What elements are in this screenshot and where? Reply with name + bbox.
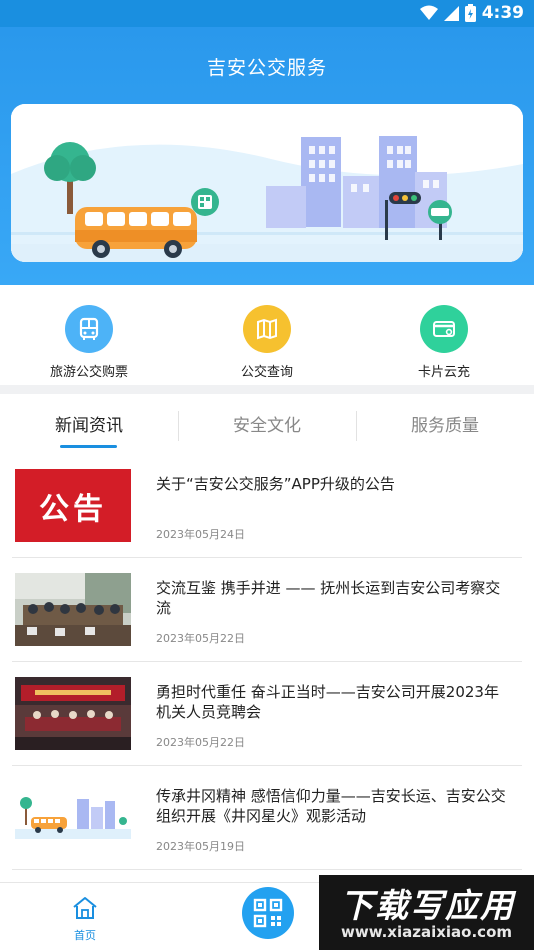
notice-thumb-text: 公告 <box>39 491 107 527</box>
map-book-icon <box>243 305 291 353</box>
status-icons: 4:39 <box>419 3 524 23</box>
nav-home[interactable]: 首页 <box>60 895 110 943</box>
news-thumbnail <box>15 573 131 646</box>
quick-menu-label: 卡片云充 <box>417 365 470 380</box>
news-thumbnail <box>15 781 131 854</box>
tab-safety-culture[interactable]: 安全文化 <box>178 404 356 448</box>
news-item[interactable]: 勇担时代重任 奋斗正当时——吉安公司开展2023年机关人员竞聘会 2023年05… <box>12 662 522 766</box>
watermark-url: www.xiazaixiao.com <box>340 923 512 941</box>
site-watermark: 下载写应用 www.xiazaixiao.com <box>319 875 534 950</box>
home-icon <box>73 897 97 919</box>
news-item[interactable]: 公告 关于“吉安公交服务”APP升级的公告 2023年05月24日 <box>12 454 522 558</box>
news-date: 2023年05月22日 <box>156 632 245 645</box>
active-tab-indicator <box>60 445 117 448</box>
news-item[interactable]: 传承井冈精神 感悟信仰力量——吉安长运、吉安公交组织开展《井冈星火》观影活动 2… <box>12 766 522 870</box>
bus-city-illustration <box>11 104 523 262</box>
news-title: 交流互鉴 携手并进 —— 抚州长运到吉安公司考察交流 <box>156 579 501 617</box>
bus-icon <box>65 305 113 353</box>
battery-icon <box>464 4 476 22</box>
status-bar: 4:39 <box>0 0 534 27</box>
news-tabs: 新闻资讯 安全文化 服务质量 <box>0 404 534 448</box>
news-date: 2023年05月19日 <box>156 840 245 853</box>
news-thumbnail <box>15 677 131 750</box>
news-date: 2023年05月24日 <box>156 528 245 541</box>
news-list: 公告 关于“吉安公交服务”APP升级的公告 2023年05月24日 交流互鉴 携… <box>0 454 534 870</box>
app-title: 吉安公交服务 <box>206 57 327 79</box>
quick-menu-card-recharge[interactable]: 卡片云充 <box>374 305 514 380</box>
news-title: 关于“吉安公交服务”APP升级的公告 <box>156 475 395 493</box>
signal-icon <box>443 6 459 21</box>
news-thumbnail: 公告 <box>15 469 131 542</box>
quick-menu-tour-bus-ticket[interactable]: 旅游公交购票 <box>19 305 159 380</box>
news-title: 勇担时代重任 奋斗正当时——吉安公司开展2023年机关人员竞聘会 <box>156 683 499 721</box>
status-time: 4:39 <box>481 3 524 23</box>
tab-service-quality[interactable]: 服务质量 <box>356 404 534 448</box>
tab-news[interactable]: 新闻资讯 <box>0 404 178 448</box>
section-divider <box>0 385 534 394</box>
quick-menu: 旅游公交购票 公交查询 卡片云充 <box>0 285 534 385</box>
wifi-icon <box>419 5 438 20</box>
card-icon <box>420 305 468 353</box>
news-date: 2023年05月22日 <box>156 736 245 749</box>
news-title: 传承井冈精神 感悟信仰力量——吉安长运、吉安公交组织开展《井冈星火》观影活动 <box>156 787 506 825</box>
quick-menu-label: 旅游公交购票 <box>49 365 128 380</box>
header: 吉安公交服务 <box>0 27 534 285</box>
nav-home-label: 首页 <box>74 929 96 942</box>
watermark-main-text: 下载写应用 <box>340 886 515 925</box>
quick-menu-label: 公交查询 <box>240 365 293 380</box>
banner-image[interactable] <box>11 104 523 262</box>
quick-menu-bus-query[interactable]: 公交查询 <box>197 305 337 380</box>
scan-qr-button[interactable] <box>242 887 294 939</box>
qr-code-icon <box>253 898 283 928</box>
news-item[interactable]: 交流互鉴 携手并进 —— 抚州长运到吉安公司考察交流 2023年05月22日 <box>12 558 522 662</box>
